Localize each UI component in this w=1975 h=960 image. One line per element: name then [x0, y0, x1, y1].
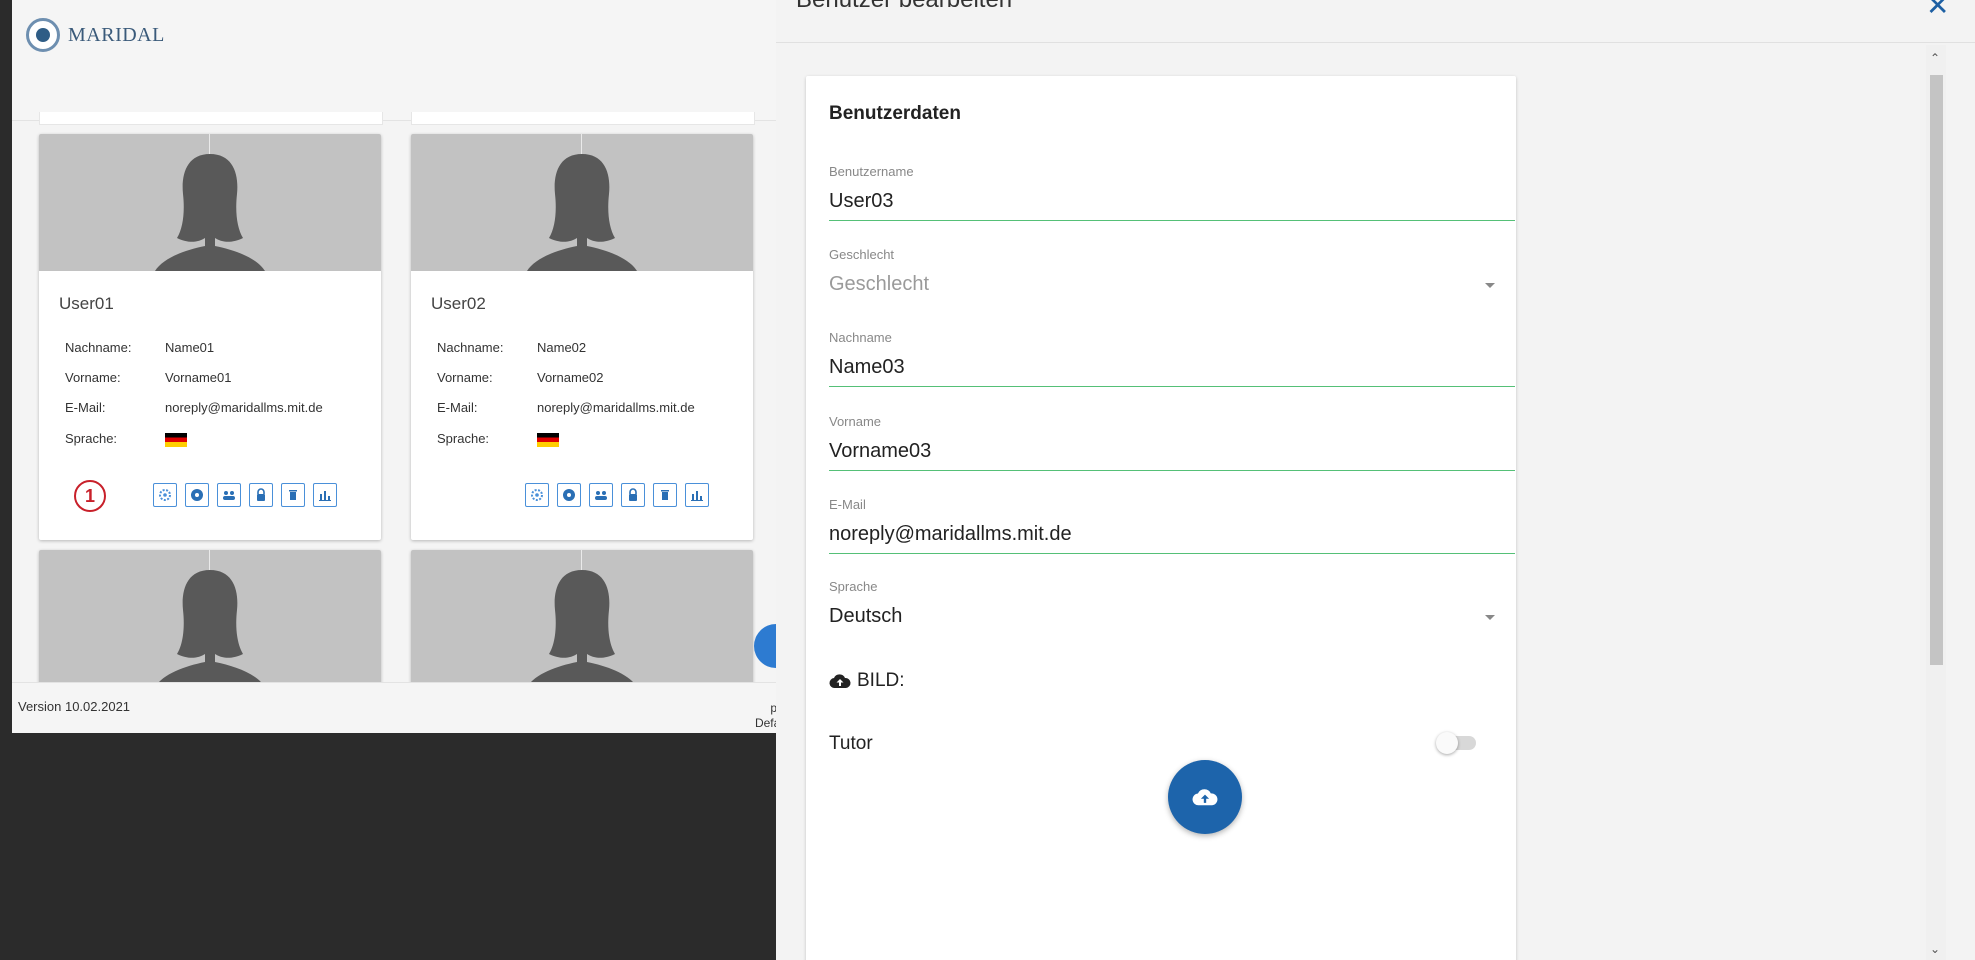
- scroll-down-icon[interactable]: ⌄: [1930, 942, 1940, 956]
- tutor-toggle[interactable]: [1436, 732, 1476, 754]
- user-management-app: MARIDAL User01 Nachname: Name01 Vorname: V…: [12, 0, 787, 733]
- person-silhouette-icon: [155, 570, 265, 687]
- dialog-title: Benutzer bearbeiten: [796, 0, 1012, 14]
- info-row: Vorname: Vorname02: [437, 370, 604, 385]
- statistics-button[interactable]: [313, 483, 337, 507]
- close-button[interactable]: ✕: [1926, 0, 1949, 20]
- settings-icon: [531, 489, 543, 501]
- card-strip: [39, 112, 383, 125]
- info-row: E-Mail: noreply@maridallms.mit.de: [65, 400, 323, 415]
- user-card: User02 Nachname: Name02 Vorname: Vorname02…: [411, 134, 753, 540]
- chevron-down-icon: [1485, 615, 1495, 620]
- app-footer: Version 10.02.2021 p.p Defau: [12, 682, 787, 733]
- lock-icon: [629, 488, 637, 501]
- edit-user-dialog: Benutzer bearbeiten ✕ Benutzerdaten Benu…: [776, 0, 1975, 960]
- info-row: Nachname: Name02: [437, 340, 587, 355]
- avatar: [411, 550, 753, 687]
- german-flag-icon: [165, 432, 187, 447]
- person-silhouette-icon: [155, 154, 265, 271]
- group-button[interactable]: [217, 483, 241, 507]
- dialog-header: Benutzer bearbeiten ✕: [776, 0, 1975, 43]
- dialog-scrollbar[interactable]: ⌃ ⌄: [1926, 45, 1946, 960]
- username-field[interactable]: Benutzername User03: [829, 164, 1515, 221]
- statistics-icon: [319, 491, 331, 501]
- section-title: Benutzerdaten: [829, 103, 961, 124]
- username: User02: [431, 294, 486, 313]
- username: User01: [59, 294, 114, 313]
- logo[interactable]: MARIDAL: [26, 18, 165, 52]
- lock-button[interactable]: [249, 483, 273, 507]
- version-text: Version 10.02.2021: [18, 699, 131, 714]
- group-button[interactable]: [589, 483, 613, 507]
- group-icon: [595, 491, 607, 500]
- image-label: BILD:: [857, 670, 905, 691]
- settings-button[interactable]: [525, 483, 549, 507]
- user-card: [411, 550, 753, 690]
- person-silhouette-icon: [527, 570, 637, 687]
- german-flag-icon: [537, 432, 559, 447]
- chevron-down-icon: [1485, 283, 1495, 288]
- role-button[interactable]: [185, 483, 209, 507]
- email-field[interactable]: E-Mail noreply@maridallms.mit.de: [829, 497, 1515, 554]
- user-card: User01 Nachname: Name01 Vorname: Vorname01…: [39, 134, 381, 540]
- scroll-up-icon[interactable]: ⌃: [1930, 51, 1940, 65]
- upload-image-button[interactable]: [1168, 760, 1242, 834]
- statistics-button[interactable]: [685, 483, 709, 507]
- image-section: BILD:: [829, 670, 905, 692]
- delete-icon: [289, 490, 297, 500]
- gender-select[interactable]: Geschlecht Geschlecht: [829, 247, 1515, 296]
- info-row: Vorname: Vorname01: [65, 370, 232, 385]
- avatar: [39, 550, 381, 687]
- info-row: Sprache:: [65, 431, 187, 447]
- logo-text: MARIDAL: [68, 23, 165, 46]
- delete-icon: [661, 490, 669, 500]
- card-actions: [525, 483, 709, 507]
- lock-button[interactable]: [621, 483, 645, 507]
- info-row: Nachname: Name01: [65, 340, 215, 355]
- user-card: [39, 550, 381, 690]
- role-button[interactable]: [557, 483, 581, 507]
- firstname-field[interactable]: Vorname Vorname03: [829, 414, 1515, 471]
- cloud-upload-icon: [829, 674, 851, 689]
- role-icon: [563, 489, 575, 501]
- user-data-panel: Benutzerdaten Benutzername User03 Geschl…: [806, 76, 1516, 960]
- lock-icon: [257, 488, 265, 501]
- delete-button[interactable]: [653, 483, 677, 507]
- info-row: E-Mail: noreply@maridallms.mit.de: [437, 400, 695, 415]
- info-row: Sprache:: [437, 431, 559, 447]
- avatar: [411, 134, 753, 271]
- card-actions: [153, 483, 337, 507]
- settings-icon: [159, 489, 171, 501]
- delete-button[interactable]: [281, 483, 305, 507]
- language-select[interactable]: Sprache Deutsch: [829, 579, 1515, 628]
- scroll-thumb[interactable]: [1930, 75, 1943, 665]
- lastname-field[interactable]: Nachname Name03: [829, 330, 1515, 387]
- settings-button[interactable]: [153, 483, 177, 507]
- person-silhouette-icon: [527, 154, 637, 271]
- cloud-upload-icon: [1192, 789, 1218, 806]
- app-header: MARIDAL: [12, 0, 787, 121]
- role-icon: [191, 489, 203, 501]
- card-strip: [411, 112, 755, 125]
- maridal-logo-icon: [26, 18, 60, 52]
- avatar: [39, 134, 381, 271]
- step-marker: 1: [74, 480, 106, 512]
- tutor-label: Tutor: [829, 733, 873, 754]
- statistics-icon: [691, 491, 703, 501]
- group-icon: [223, 491, 235, 500]
